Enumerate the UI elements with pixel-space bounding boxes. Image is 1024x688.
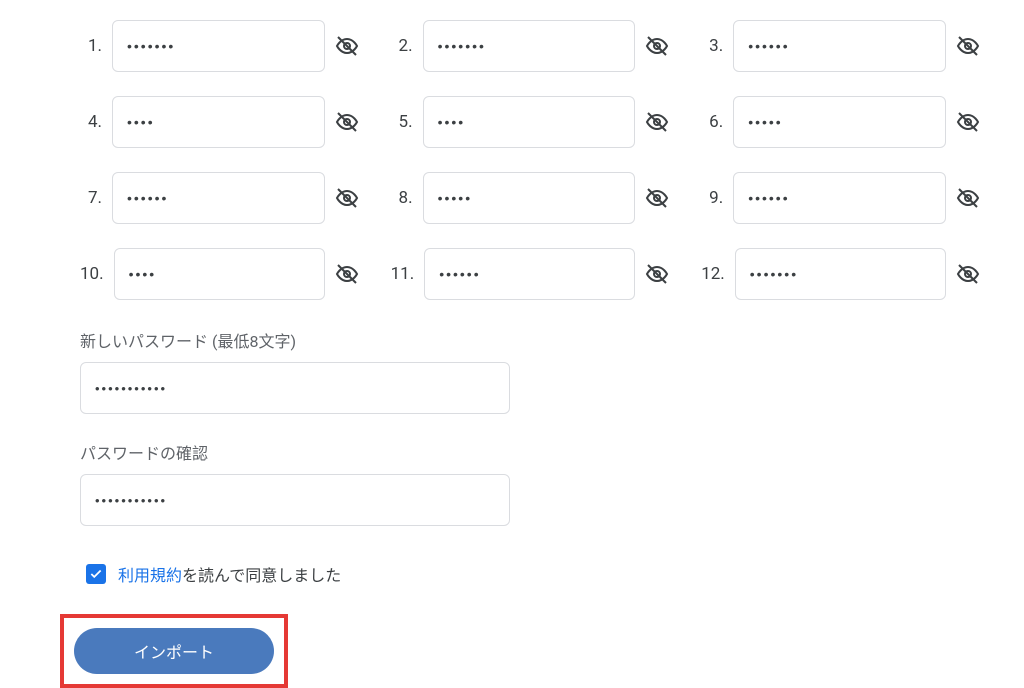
seed-number: 8.	[391, 188, 413, 208]
visibility-off-icon[interactable]	[335, 186, 359, 210]
seed-word-input-11[interactable]	[424, 248, 635, 300]
visibility-off-icon[interactable]	[645, 262, 669, 286]
seed-number: 6.	[701, 112, 723, 132]
import-button-highlight: インポート	[60, 614, 288, 688]
terms-row: 利用規約を読んで同意しました	[86, 562, 944, 586]
seed-number: 12.	[701, 264, 725, 284]
seed-word-input-6[interactable]	[733, 96, 946, 148]
terms-text: 利用規約を読んで同意しました	[118, 562, 341, 586]
visibility-off-icon[interactable]	[645, 34, 669, 58]
visibility-off-icon[interactable]	[956, 34, 980, 58]
visibility-off-icon[interactable]	[335, 34, 359, 58]
visibility-off-icon[interactable]	[956, 262, 980, 286]
seed-number: 5.	[391, 112, 413, 132]
terms-suffix: を読んで同意しました	[182, 566, 341, 585]
seed-word-input-9[interactable]	[733, 172, 946, 224]
new-password-label: 新しいパスワード (最低8文字)	[80, 328, 944, 352]
seed-number: 11.	[391, 264, 415, 284]
seed-word-input-7[interactable]	[112, 172, 325, 224]
seed-number: 4.	[80, 112, 102, 132]
seed-cell: 1.	[80, 20, 359, 72]
visibility-off-icon[interactable]	[956, 110, 980, 134]
seed-word-input-3[interactable]	[733, 20, 946, 72]
seed-number: 7.	[80, 188, 102, 208]
visibility-off-icon[interactable]	[335, 262, 359, 286]
seed-cell: 7.	[80, 172, 359, 224]
visibility-off-icon[interactable]	[956, 186, 980, 210]
seed-phrase-grid: 1. 2. 3. 4. 5. 6.	[80, 20, 944, 300]
import-button[interactable]: インポート	[74, 628, 274, 674]
visibility-off-icon[interactable]	[645, 186, 669, 210]
seed-word-input-1[interactable]	[112, 20, 325, 72]
seed-cell: 12.	[701, 248, 980, 300]
terms-link[interactable]: 利用規約	[118, 566, 182, 585]
seed-cell: 2.	[391, 20, 670, 72]
new-password-input[interactable]	[80, 362, 510, 414]
seed-cell: 10.	[80, 248, 359, 300]
seed-number: 9.	[701, 188, 723, 208]
seed-word-input-5[interactable]	[423, 96, 636, 148]
visibility-off-icon[interactable]	[645, 110, 669, 134]
seed-cell: 3.	[701, 20, 980, 72]
seed-cell: 9.	[701, 172, 980, 224]
seed-cell: 4.	[80, 96, 359, 148]
seed-number: 1.	[80, 36, 102, 56]
seed-number: 2.	[391, 36, 413, 56]
seed-word-input-12[interactable]	[735, 248, 946, 300]
seed-number: 3.	[701, 36, 723, 56]
seed-word-input-8[interactable]	[423, 172, 636, 224]
seed-cell: 8.	[391, 172, 670, 224]
password-section: 新しいパスワード (最低8文字) パスワードの確認 利用規約を読んで同意しました…	[80, 328, 944, 688]
terms-checkbox[interactable]	[86, 564, 106, 584]
seed-word-input-2[interactable]	[423, 20, 636, 72]
confirm-password-label: パスワードの確認	[80, 440, 944, 464]
seed-cell: 5.	[391, 96, 670, 148]
visibility-off-icon[interactable]	[335, 110, 359, 134]
seed-cell: 6.	[701, 96, 980, 148]
seed-number: 10.	[80, 264, 104, 284]
confirm-password-input[interactable]	[80, 474, 510, 526]
seed-word-input-10[interactable]	[114, 248, 325, 300]
seed-word-input-4[interactable]	[112, 96, 325, 148]
seed-cell: 11.	[391, 248, 670, 300]
